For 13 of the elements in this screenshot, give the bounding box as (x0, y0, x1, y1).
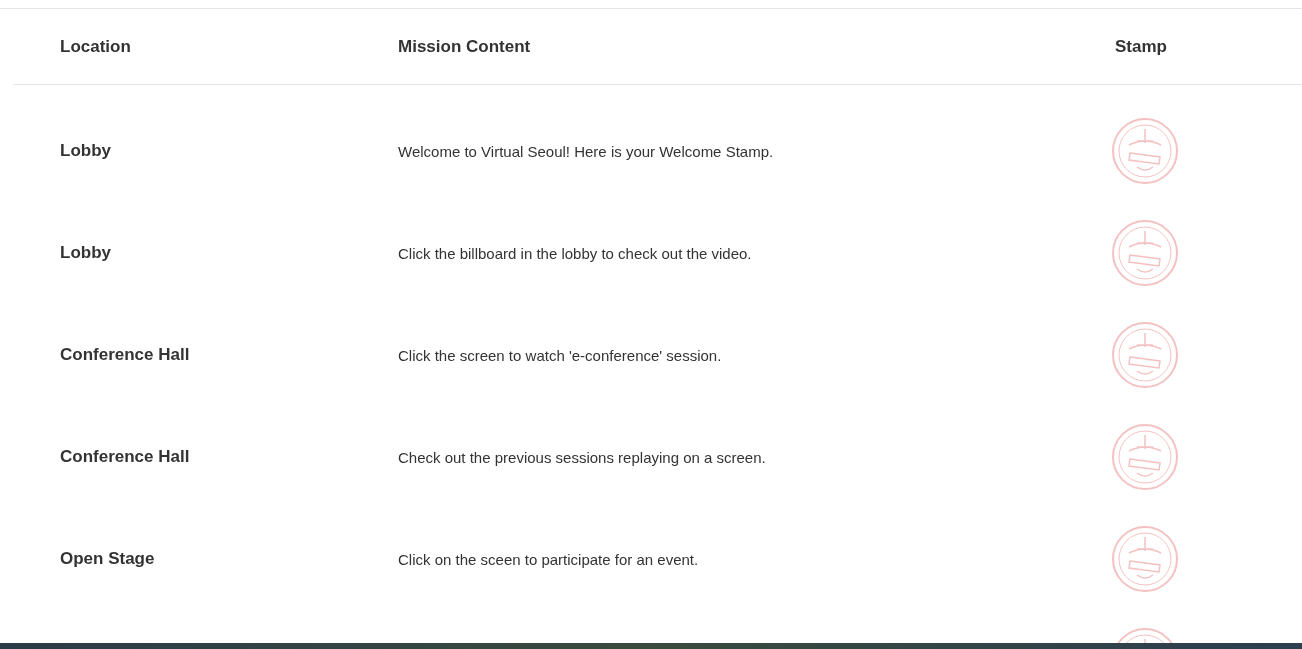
mission-cell-text: Click on the sceen to participate for an event. (397, 550, 700, 568)
mission-cell-text: Click the billboard in the lobby to check out the video. (397, 244, 753, 262)
column-header: Stamp (1114, 36, 1168, 57)
mission-cell-text: Check out the previous sessions replaying on a screen. (397, 448, 767, 466)
location-cell-text: Open Stage (59, 549, 156, 569)
location-cell-text: Lobby (59, 141, 112, 161)
column-header: Mission Content (397, 36, 532, 57)
location-cell-text: Conference Hall (59, 345, 191, 365)
location-cell-text: Conference Hall (59, 447, 191, 467)
mission-cell-text: Click the screen to watch 'e-conference' session. (397, 346, 723, 364)
mission-cell-text: Welcome to Virtual Seoul! Here is your Welcome Stamp. (397, 142, 775, 160)
column-header: Location (59, 36, 132, 57)
location-cell-text: Lobby (59, 243, 112, 263)
